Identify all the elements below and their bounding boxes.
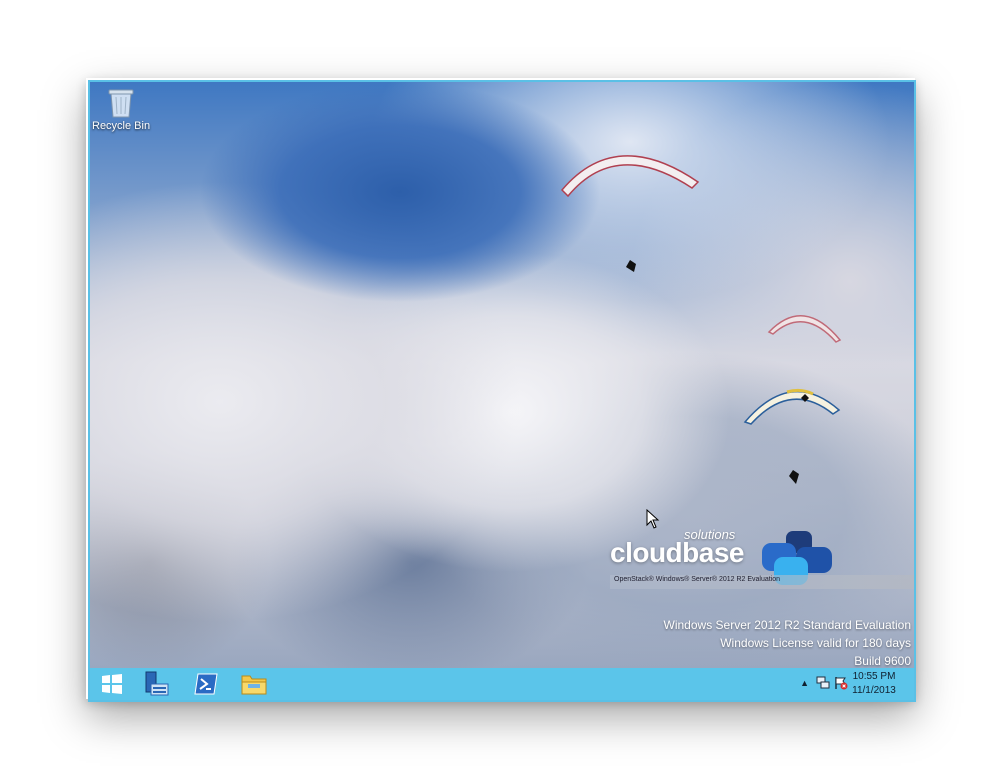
taskbar: ▲ 10:55 PM 11/1/2013 bbox=[90, 668, 914, 700]
paraglider-1 bbox=[560, 155, 700, 272]
file-explorer-icon bbox=[241, 675, 267, 695]
taskbar-server-manager[interactable] bbox=[134, 668, 178, 700]
windows-watermark: Windows Server 2012 R2 Standard Evaluati… bbox=[664, 616, 911, 670]
powershell-icon bbox=[194, 673, 218, 695]
start-button[interactable] bbox=[90, 668, 134, 700]
logo-cloudbase-text: cloudbase bbox=[610, 537, 744, 568]
cloudbase-logo: solutions cloudbase OpenStack® Windows® … bbox=[610, 527, 914, 597]
recycle-bin-icon bbox=[108, 88, 134, 118]
paraglider-2 bbox=[767, 315, 842, 343]
show-hidden-icons-chevron[interactable]: ▲ bbox=[800, 678, 809, 688]
desktop-background[interactable]: Recycle Bin solutions cloudbase OpenStac… bbox=[90, 82, 914, 668]
clock-time: 10:55 PM bbox=[852, 671, 896, 682]
taskbar-file-explorer[interactable] bbox=[232, 668, 276, 700]
watermark-edition: Windows Server 2012 R2 Standard Evaluati… bbox=[663, 618, 911, 632]
recycle-bin-label: Recycle Bin bbox=[92, 120, 151, 132]
windows-start-icon bbox=[102, 674, 122, 694]
clock-date: 11/1/2013 bbox=[852, 685, 896, 696]
logo-subtitle: OpenStack® Windows® Server® 2012 R2 Eval… bbox=[614, 576, 781, 583]
vm-screen: Recycle Bin solutions cloudbase OpenStac… bbox=[88, 80, 916, 702]
server-manager-icon bbox=[145, 671, 169, 696]
watermark-license: Windows License valid for 180 days bbox=[720, 636, 911, 650]
paraglider-3 bbox=[743, 388, 841, 484]
taskbar-clock[interactable]: 10:55 PM 11/1/2013 bbox=[844, 670, 904, 698]
taskbar-powershell[interactable] bbox=[184, 668, 228, 700]
mouse-cursor-icon bbox=[646, 509, 660, 529]
network-icon[interactable] bbox=[816, 676, 830, 690]
desktop-icon-recycle-bin[interactable]: Recycle Bin bbox=[92, 86, 150, 144]
